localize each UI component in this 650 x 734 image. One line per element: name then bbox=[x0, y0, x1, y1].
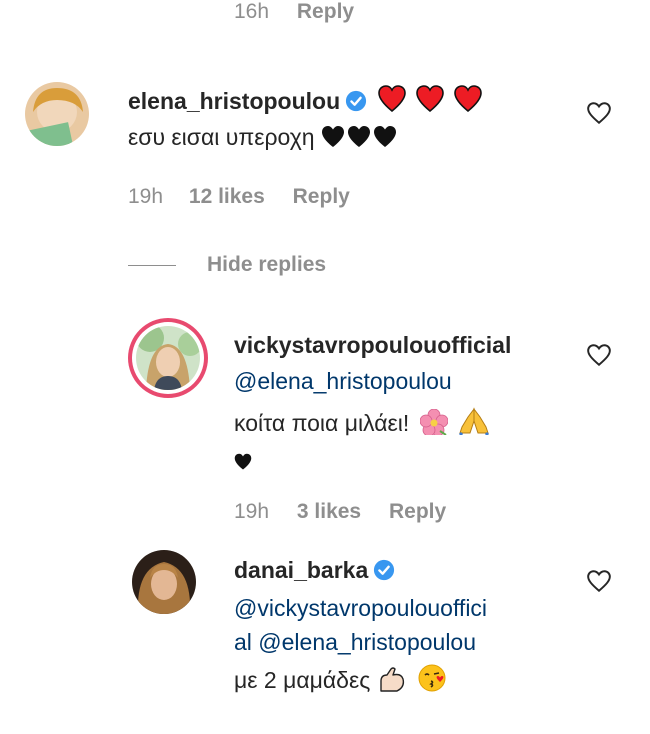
avatar-vicky bbox=[136, 326, 200, 390]
timestamp: 19h bbox=[128, 185, 164, 208]
comment-elena-meta: 19h 12 likes Reply bbox=[128, 185, 350, 209]
comment-text: εσυ εισαι υπεροχη bbox=[128, 124, 321, 150]
comment-vicky-line3 bbox=[234, 444, 490, 480]
reply-link[interactable]: Reply bbox=[293, 185, 350, 208]
timestamp: 19h bbox=[234, 500, 270, 523]
avatar-elena[interactable] bbox=[25, 82, 89, 146]
comment-text: κοίτα ποια μιλάει! bbox=[234, 410, 410, 436]
mention-link[interactable]: @vickystavropoulouoffici bbox=[234, 591, 487, 625]
story-ring[interactable] bbox=[128, 318, 208, 398]
kissing-face-emoji bbox=[417, 663, 447, 702]
like-heart-icon[interactable] bbox=[586, 568, 612, 594]
reply-link[interactable]: Reply bbox=[389, 500, 446, 523]
verified-badge-icon bbox=[345, 90, 366, 112]
comment-danai-body: @vickystavropoulouoffici al @elena_hrist… bbox=[234, 591, 487, 702]
black-hearts-emoji bbox=[321, 124, 397, 158]
top-reply-link[interactable]: Reply bbox=[297, 0, 354, 23]
likes-count[interactable]: 12 likes bbox=[189, 185, 265, 208]
flower-emoji bbox=[419, 408, 449, 444]
comment-danai-line3: με 2 μαμάδες bbox=[234, 663, 487, 702]
comment-vicky-meta: 19h 3 likes Reply bbox=[234, 500, 446, 524]
comment-elena-header: elena_hristopoulou bbox=[128, 84, 485, 119]
username-danai[interactable]: danai_barka bbox=[234, 557, 368, 583]
comment-danai-header: danai_barka bbox=[234, 557, 395, 584]
likes-count[interactable]: 3 likes bbox=[297, 500, 361, 523]
comment-elena-text: εσυ εισαι υπεροχη bbox=[128, 120, 397, 158]
comment-vicky-body: @elena_hristopoulou κοίτα ποια μιλάει! bbox=[234, 364, 490, 480]
like-heart-icon[interactable] bbox=[586, 100, 612, 126]
top-timestamp: 16h bbox=[234, 0, 270, 23]
comment-vicky-line2: κοίτα ποια μιλάει! bbox=[234, 406, 490, 444]
red-hearts-emoji bbox=[377, 84, 485, 119]
flexed-biceps-emoji bbox=[377, 665, 407, 702]
praying-hands-emoji bbox=[458, 407, 490, 444]
replies-divider bbox=[128, 265, 176, 266]
like-heart-icon[interactable] bbox=[586, 342, 612, 368]
comment-text: με 2 μαμάδες bbox=[234, 667, 377, 693]
avatar-danai[interactable] bbox=[132, 550, 196, 614]
top-meta-row: 16h Reply bbox=[234, 0, 354, 24]
mention-link[interactable]: al @elena_hristopoulou bbox=[234, 625, 487, 659]
mention-link[interactable]: @elena_hristopoulou bbox=[234, 364, 490, 398]
username-elena[interactable]: elena_hristopoulou bbox=[128, 88, 340, 114]
verified-badge-icon bbox=[373, 559, 394, 581]
username-vicky[interactable]: vickystavropoulouofficial bbox=[234, 332, 511, 359]
hide-replies-button[interactable]: Hide replies bbox=[207, 253, 326, 277]
black-heart-emoji bbox=[234, 446, 252, 480]
